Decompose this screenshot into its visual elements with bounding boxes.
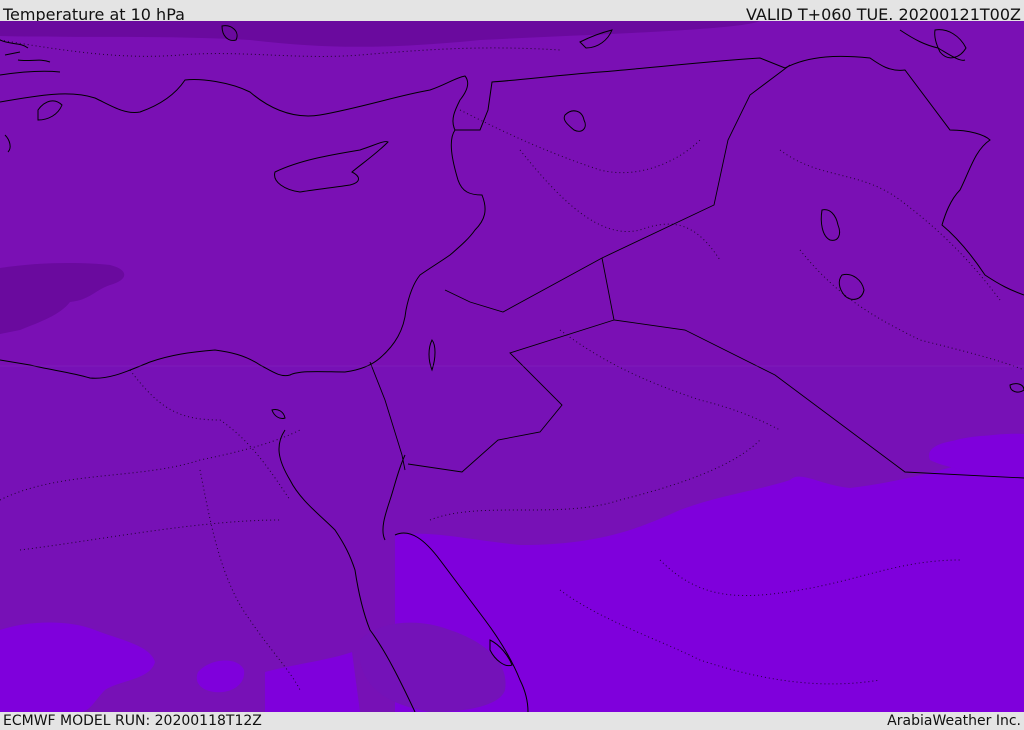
credit-label: ArabiaWeather Inc. (887, 713, 1021, 729)
map-title: Temperature at 10 hPa (3, 5, 185, 21)
map-footer: ECMWF MODEL RUN: 20200118T12Z ArabiaWeat… (0, 712, 1024, 729)
map-canvas (0, 21, 1024, 712)
map-header: Temperature at 10 hPa VALID T+060 TUE. 2… (0, 0, 1024, 21)
valid-time: VALID T+060 TUE. 20200121T00Z (745, 5, 1021, 21)
temperature-map[interactable] (0, 21, 1024, 712)
model-run-label: ECMWF MODEL RUN: 20200118T12Z (3, 713, 262, 729)
